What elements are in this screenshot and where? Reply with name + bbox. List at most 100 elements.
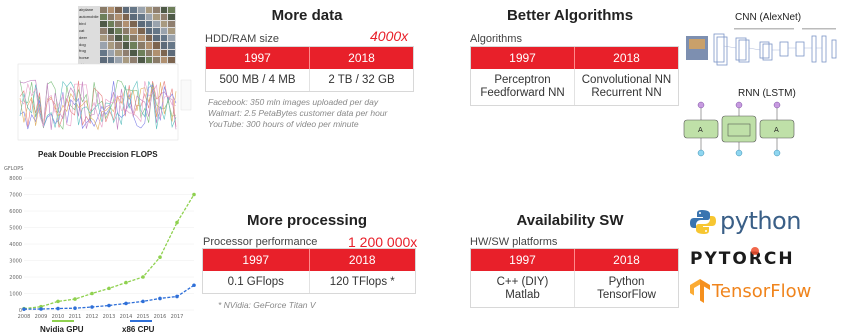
dataset-thumbnail (107, 49, 115, 56)
more-data-notes: Facebook: 350 mln images uploaded per da… (208, 97, 387, 130)
nvidia-gpu-line (23, 194, 195, 310)
dataset-thumbnail (137, 42, 145, 49)
dataset-thumbnail (100, 49, 107, 56)
cnn-label: CNN (AlexNet) (735, 12, 802, 23)
lstm-diagram: AA (683, 101, 795, 157)
y-tick-label: 8000 (9, 176, 22, 182)
dataset-thumbnail (160, 7, 168, 14)
x86-cpu-point (158, 296, 162, 301)
cnn-diagram (686, 28, 837, 66)
processing-table: 1997 2018 0.1 GFlops 120 TFlops * (202, 248, 416, 294)
dataset-thumbnail (122, 7, 130, 14)
dataset-thumbnail (137, 28, 145, 35)
dataset-class-label: deer (79, 34, 88, 40)
year-1997-header: 1997 (242, 253, 270, 267)
year-2018-header: 2018 (574, 47, 678, 69)
dataset-thumbnail (137, 21, 145, 28)
processing-2018: 120 TFlops * (308, 271, 416, 293)
dataset-thumbnail (115, 49, 122, 56)
dataset-thumbnail (122, 28, 130, 35)
dataset-class-label: cat (79, 27, 85, 33)
dataset-thumbnail (115, 42, 122, 49)
dataset-thumbnail (145, 14, 153, 21)
y-tick-label: 5000 (9, 226, 22, 232)
gflops-chart: GFLOPS0100020003000400050006000700080002… (4, 166, 196, 320)
dataset-thumbnail (122, 42, 130, 49)
dataset-thumbnail (160, 28, 168, 35)
python-snake-icon (690, 210, 716, 234)
dataset-thumbnail (130, 49, 137, 56)
more-data-title: More data (271, 7, 343, 24)
nvidia-gpu-point (192, 192, 196, 197)
dataset-thumbnail (130, 21, 137, 28)
platforms-table: 1997 2018 C++ (DIY) Matlab Python Tensor… (470, 248, 679, 308)
y-tick-label: 3000 (9, 259, 22, 265)
dataset-thumbnail (122, 49, 130, 56)
processing-subtitle: Processor performance (203, 236, 318, 248)
dataset-thumbnail (100, 42, 107, 49)
availability-sw-title: Availability SW (516, 212, 624, 229)
processing-1997: 0.1 GFlops (227, 275, 284, 288)
dataset-thumbnail (137, 35, 145, 42)
dataset-thumbnail (153, 14, 160, 21)
nvidia-gpu-point (73, 297, 77, 301)
value-1997: 500 MB / 4 MB (219, 73, 296, 86)
dataset-thumbnail (100, 21, 107, 28)
dataset-thumbnail (115, 21, 122, 28)
dataset-thumbnail (107, 35, 115, 42)
y-tick-label: 1000 (9, 292, 22, 298)
dataset-thumbnail (107, 42, 115, 49)
nvidia-gpu-point (175, 220, 179, 225)
dataset-thumbnail (153, 49, 160, 56)
dataset-thumbnail (168, 35, 175, 42)
x86-cpu-point (73, 306, 77, 310)
dataset-thumbnail (145, 7, 153, 14)
nvidia-footnote: * NVidia: GeForce Titan V (218, 300, 316, 310)
dataset-thumbnail (160, 42, 168, 49)
dataset-thumbnail (137, 49, 145, 56)
pytorch-flame-icon (751, 247, 759, 255)
dataset-class-label: bird (79, 20, 86, 26)
nvidia-gpu-point (124, 280, 128, 285)
nvidia-gpu-point (141, 275, 145, 279)
year-1997-header: 1997 (509, 51, 536, 65)
pytorch-wordmark: PYTORCH (690, 249, 795, 269)
flops-caption: Peak Double Preccision FLOPS (38, 150, 158, 159)
platforms-subtitle: HW/SW platforms (470, 236, 558, 248)
dataset-thumbnail (145, 28, 153, 35)
dataset-thumbnail (160, 35, 168, 42)
dataset-thumbnail (168, 21, 175, 28)
x86-cpu-point (107, 303, 111, 308)
chart-legend: Nvidia GPU x86 CPU (22, 318, 202, 336)
dataset-thumbnail (168, 7, 175, 14)
dataset-thumbnail (145, 49, 153, 56)
y-tick-label: 7000 (9, 193, 22, 199)
dataset-thumbnail (115, 28, 122, 35)
algorithms-1997: Perceptron Feedforward NN (480, 74, 565, 99)
dataset-thumbnail (122, 14, 130, 21)
rnn-label: RNN (LSTM) (738, 88, 796, 99)
algorithms-2018: Convolutional NN Recurrent NN (574, 69, 678, 105)
dataset-thumbnail (115, 14, 122, 21)
year-2018-header: 2018 (309, 47, 413, 69)
dataset-thumbnail (168, 49, 175, 56)
platforms-1997: C++ (DIY) Matlab (496, 276, 549, 301)
legend-cpu-swatch (130, 320, 152, 322)
year-1997-header: 1997 (509, 253, 536, 267)
dataset-thumbnail (100, 7, 107, 14)
legend-gpu-swatch (52, 320, 74, 322)
dataset-thumbnail (160, 21, 168, 28)
dataset-thumbnail (107, 7, 115, 14)
more-data-table: 1997 2018 500 MB / 4 MB 2 TB / 32 GB (205, 46, 414, 92)
dataset-thumbnail (137, 7, 145, 14)
algorithms-table: 1997 2018 Perceptron Feedforward NN Conv… (470, 46, 679, 106)
nvidia-gpu-point (90, 291, 94, 296)
dataset-thumbnail (168, 14, 175, 21)
dataset-thumbnail (130, 35, 137, 42)
dataset-class-label: frog (79, 48, 86, 54)
year-1997-header: 1997 (244, 51, 271, 65)
value-2018: 2 TB / 32 GB (309, 69, 413, 91)
nvidia-gpu-point (107, 286, 111, 291)
dataset-thumbnail (107, 21, 115, 28)
note-facebook: Facebook: 350 mln images uploaded per da… (208, 97, 379, 107)
